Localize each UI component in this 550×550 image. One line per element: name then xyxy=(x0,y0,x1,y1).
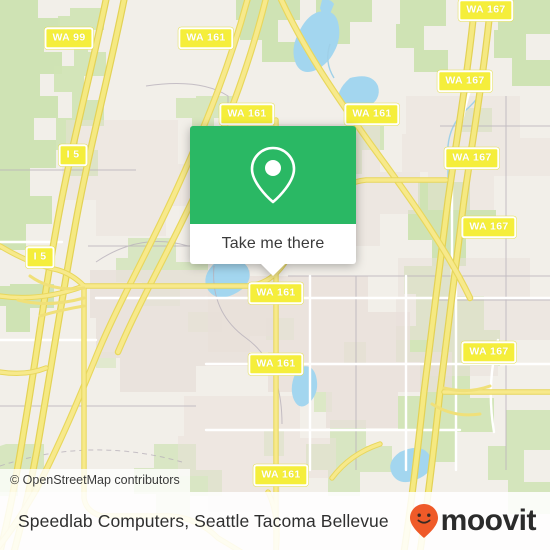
map-attribution[interactable]: © OpenStreetMap contributors xyxy=(0,469,190,492)
highway-shield: WA 161 xyxy=(248,353,304,375)
moovit-wordmark: moovit xyxy=(440,504,537,537)
popup-action-label: Take me there xyxy=(221,235,325,252)
popup-icon-area xyxy=(190,126,356,224)
highway-shield: WA 161 xyxy=(253,464,309,486)
popup-action-area[interactable]: Take me there xyxy=(190,224,356,276)
highway-shield: WA 167 xyxy=(458,0,514,21)
highway-shield: WA 167 xyxy=(437,70,493,92)
highway-shield: WA 161 xyxy=(344,103,400,125)
bottom-bar: Speedlab Computers, Seattle Tacoma Belle… xyxy=(0,492,550,550)
highway-shield: I 5 xyxy=(25,246,55,268)
highway-shield: WA 161 xyxy=(248,282,304,304)
highway-shield: WA 167 xyxy=(461,341,517,363)
moovit-logo[interactable]: moovit xyxy=(409,503,537,539)
map-pin-icon xyxy=(250,146,296,204)
highway-shield: WA 167 xyxy=(461,216,517,238)
highway-shield: WA 161 xyxy=(178,27,234,49)
take-me-there-popup[interactable]: Take me there xyxy=(190,126,356,276)
map-screen: WA 99 WA 161 WA 167 WA 167 WA 161 I 5 WA 167 WA… xyxy=(0,0,550,550)
place-caption: Speedlab Computers, Seattle Tacoma Belle… xyxy=(18,510,389,531)
highway-shield: WA 161 xyxy=(219,103,275,125)
highway-shield: I 5 xyxy=(58,144,88,166)
popup-pointer-tail xyxy=(261,264,285,276)
moovit-pin-icon xyxy=(409,504,438,538)
highway-shield: WA 167 xyxy=(444,147,500,169)
highway-shield: WA 99 xyxy=(44,27,94,49)
